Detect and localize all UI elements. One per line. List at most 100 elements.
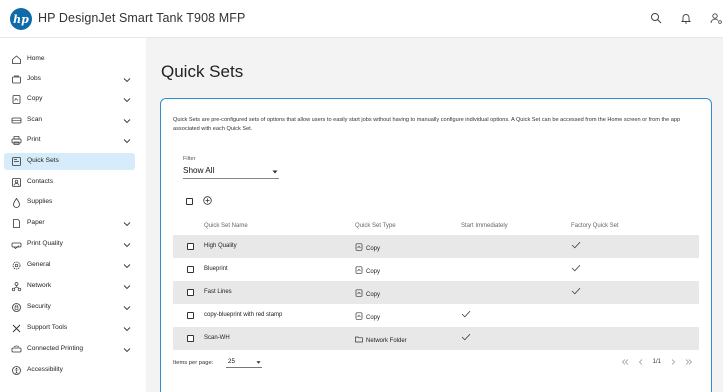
sidebar-item-label: Supplies — [27, 198, 53, 205]
quick-set-name: High Quality — [204, 243, 237, 249]
copy-icon — [11, 94, 22, 105]
factory-check-icon — [571, 241, 581, 249]
next-page-button[interactable] — [667, 356, 679, 368]
items-per-page-label: Items per page: — [173, 360, 214, 366]
select-all-checkbox[interactable] — [186, 198, 193, 205]
sidebar-item-quick-sets[interactable]: Quick Sets — [4, 153, 135, 170]
items-per-page-dropdown[interactable]: 25 — [226, 357, 262, 368]
filter-dropdown[interactable]: Show All — [183, 165, 279, 179]
sidebar-item-security[interactable]: Security — [4, 299, 135, 316]
sidebar: Home Jobs Copy Scan Print Quick Sets Con… — [0, 38, 146, 392]
print-icon — [11, 135, 22, 146]
prev-page-button[interactable] — [635, 356, 647, 368]
scan-icon — [11, 115, 22, 126]
quick-set-type-label: Copy — [366, 246, 381, 252]
row-checkbox[interactable] — [187, 289, 194, 296]
chevron-left-icon — [638, 359, 642, 365]
copy-icon — [355, 312, 363, 320]
chevron-down-icon — [123, 98, 131, 103]
quick-set-type-label: Copy — [366, 292, 381, 298]
table-row[interactable]: Scan-WH Network Folder — [173, 327, 699, 350]
sidebar-item-label: Accessibility — [27, 366, 63, 373]
hp-logo: hp — [10, 8, 32, 30]
table-header: Quick Set Name Quick Set Type Start Imme… — [173, 217, 699, 235]
sidebar-item-paper[interactable]: Paper — [4, 215, 135, 232]
table-row[interactable]: Blueprint Copy — [173, 258, 699, 281]
row-checkbox[interactable] — [187, 335, 194, 342]
sidebar-item-home[interactable]: Home — [4, 51, 135, 68]
sidebar-item-label: Contacts — [27, 178, 54, 185]
column-header-name[interactable]: Quick Set Name — [204, 223, 248, 229]
sidebar-item-label: Network — [27, 282, 52, 289]
sidebar-item-copy[interactable]: Copy — [4, 91, 135, 108]
chevron-down-icon — [123, 119, 131, 124]
column-header-start-immediately[interactable]: Start Immediately — [461, 223, 508, 229]
quick-set-type: Copy — [355, 266, 380, 275]
caret-down-icon — [256, 361, 261, 364]
double-chevron-right-icon — [685, 359, 693, 365]
chevron-down-icon — [123, 327, 131, 332]
copy-icon — [355, 266, 363, 274]
sidebar-item-support-tools[interactable]: Support Tools — [4, 320, 135, 337]
sidebar-item-label: Home — [27, 55, 45, 62]
chevron-right-icon — [671, 359, 676, 365]
column-header-factory[interactable]: Factory Quick Set — [571, 223, 619, 229]
table-row[interactable]: copy-blueprint with red stamp Copy — [173, 304, 699, 327]
start-immediately-check-icon — [461, 333, 471, 341]
table-row[interactable]: Fast Lines Copy — [173, 281, 699, 304]
sidebar-item-print[interactable]: Print — [4, 132, 135, 149]
row-checkbox[interactable] — [187, 312, 194, 319]
sidebar-item-supplies[interactable]: Supplies — [4, 194, 135, 211]
app-title: HP DesignJet Smart Tank T908 MFP — [38, 11, 246, 25]
search-icon[interactable] — [649, 11, 663, 25]
user-settings-icon[interactable] — [709, 11, 723, 25]
factory-check-icon — [571, 287, 581, 295]
chevron-down-icon — [123, 243, 131, 248]
sidebar-item-print-quality[interactable]: Print Quality — [4, 236, 135, 253]
page-title: Quick Sets — [161, 62, 244, 81]
filter-value: Show All — [183, 166, 215, 175]
quick-sets-card: Quick Sets are pre-configured sets of op… — [160, 98, 712, 392]
sidebar-item-connected-printing[interactable]: Connected Printing — [4, 341, 135, 358]
chevron-down-icon — [123, 222, 131, 227]
bell-icon[interactable] — [679, 11, 693, 25]
chevron-down-icon — [123, 348, 131, 353]
start-immediately-check-icon — [461, 310, 471, 318]
items-per-page-value: 25 — [228, 358, 235, 365]
chevron-down-icon — [123, 306, 131, 311]
home-icon — [11, 54, 22, 65]
sidebar-item-jobs[interactable]: Jobs — [4, 71, 135, 88]
jobs-icon — [11, 74, 22, 85]
add-icon[interactable] — [203, 196, 212, 205]
top-icons — [649, 11, 723, 25]
sidebar-item-accessibility[interactable]: Accessibility — [4, 362, 135, 379]
factory-check-icon — [571, 264, 581, 272]
row-checkbox[interactable] — [187, 266, 194, 273]
quick-set-type-label: Copy — [366, 269, 381, 275]
sidebar-item-label: Jobs — [27, 75, 41, 82]
chevron-down-icon — [123, 285, 131, 290]
copy-icon — [355, 243, 363, 251]
table-footer: Items per page: 25 1/1 — [173, 354, 699, 374]
paper-icon — [11, 218, 22, 229]
gear-icon — [11, 260, 22, 271]
top-bar: hp HP DesignJet Smart Tank T908 MFP — [0, 0, 723, 38]
first-page-button[interactable] — [619, 356, 631, 368]
network-icon — [11, 281, 22, 292]
sidebar-item-label: Connected Printing — [27, 345, 84, 352]
last-page-button[interactable] — [683, 356, 695, 368]
chevron-down-icon — [123, 78, 131, 83]
quick-set-type: Network Folder — [355, 335, 407, 344]
sidebar-item-network[interactable]: Network — [4, 278, 135, 295]
chevron-down-icon — [123, 139, 131, 144]
row-checkbox[interactable] — [187, 243, 194, 250]
page-description: Quick Sets are pre-configured sets of op… — [173, 117, 681, 132]
sidebar-item-label: Support Tools — [27, 324, 68, 331]
sidebar-item-general[interactable]: General — [4, 257, 135, 274]
sidebar-item-scan[interactable]: Scan — [4, 112, 135, 129]
tools-icon — [11, 323, 22, 334]
column-header-type[interactable]: Quick Set Type — [355, 223, 396, 229]
quick-set-name: Blueprint — [204, 266, 228, 272]
sidebar-item-contacts[interactable]: Contacts — [4, 174, 135, 191]
table-row[interactable]: High Quality Copy — [173, 235, 699, 258]
